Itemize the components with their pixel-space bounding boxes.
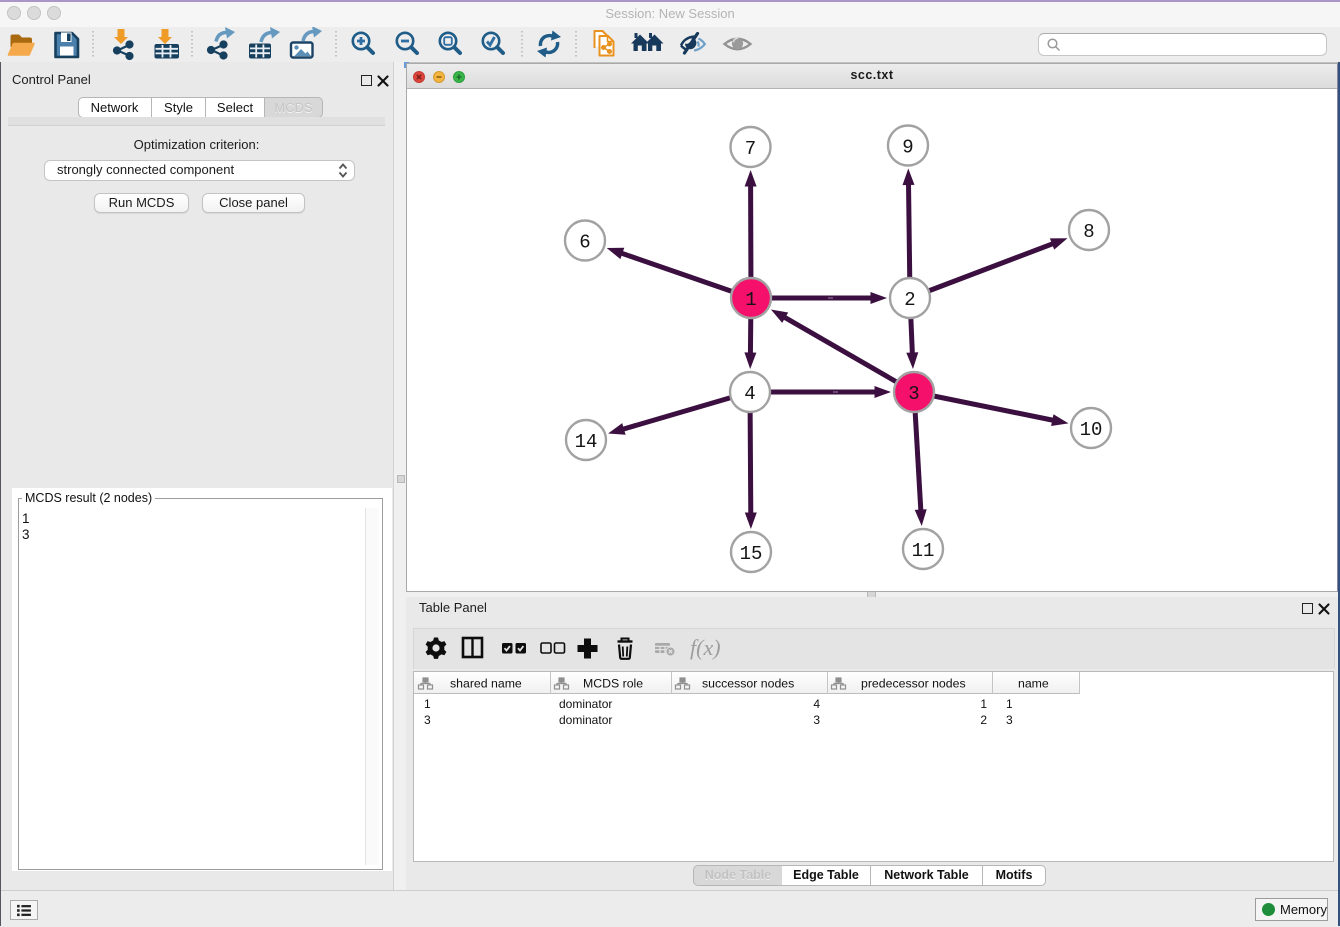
svg-text:14: 14 (575, 431, 598, 453)
svg-text:6: 6 (579, 232, 590, 254)
svg-text:2: 2 (904, 289, 915, 311)
svg-text:15: 15 (740, 543, 763, 565)
svg-text:4: 4 (744, 383, 755, 405)
svg-text:10: 10 (1080, 419, 1103, 441)
svg-text:7: 7 (745, 138, 756, 160)
svg-text:3: 3 (908, 383, 919, 405)
svg-text:8: 8 (1083, 221, 1094, 243)
svg-text:f(x): f(x) (690, 635, 721, 660)
svg-text:9: 9 (902, 137, 913, 159)
svg-text:MCDS role: MCDS role (583, 677, 643, 691)
svg-text:1: 1 (745, 289, 756, 311)
svg-text:name: name (1018, 677, 1049, 691)
svg-text:predecessor nodes: predecessor nodes (861, 677, 966, 691)
svg-text:11: 11 (912, 540, 935, 562)
svg-text:shared name: shared name (450, 677, 522, 691)
svg-text:successor nodes: successor nodes (702, 677, 794, 691)
